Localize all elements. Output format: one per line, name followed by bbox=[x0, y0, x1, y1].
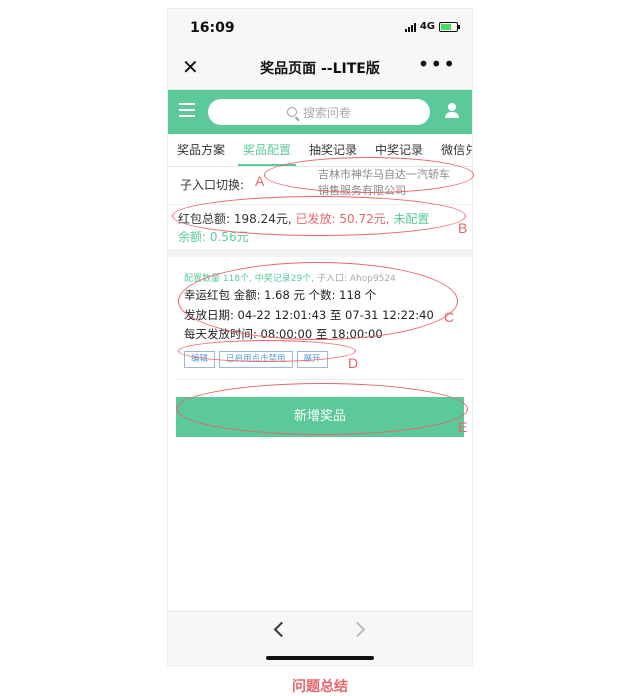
figure-caption: 问题总结 bbox=[292, 679, 348, 695]
annotation-letter-d: D bbox=[348, 355, 359, 371]
section-gap bbox=[168, 249, 472, 257]
annotation-letter-c: C bbox=[444, 309, 455, 325]
signal-icon bbox=[404, 22, 416, 32]
annotation-letter-a: A bbox=[255, 173, 265, 189]
annotation-letter-e: E bbox=[458, 419, 468, 435]
menu-icon[interactable] bbox=[179, 103, 195, 117]
app-header: 搜索问卷 bbox=[168, 90, 472, 134]
user-icon[interactable] bbox=[445, 103, 459, 119]
search-placeholder: 搜索问卷 bbox=[302, 105, 351, 120]
entry-switch-label: 子入口切换: bbox=[180, 178, 245, 192]
tab-prize-config[interactable]: 奖品配置 bbox=[234, 134, 300, 166]
title-bar: ✕ 奖品页面 --LITE版 ••• bbox=[168, 45, 472, 90]
annotation-ellipse-b bbox=[172, 196, 466, 236]
status-bar: 16:09 4G bbox=[168, 9, 472, 45]
battery-icon bbox=[439, 21, 460, 32]
home-indicator bbox=[266, 656, 374, 660]
status-icons: 4G bbox=[404, 21, 460, 32]
network-label: 4G bbox=[419, 21, 435, 32]
more-icon[interactable]: ••• bbox=[418, 52, 456, 76]
bottom-nav bbox=[168, 611, 472, 665]
annotation-ellipse-a bbox=[264, 157, 474, 193]
divider bbox=[178, 379, 462, 380]
annotation-ellipse-e bbox=[176, 383, 468, 435]
search-input[interactable]: 搜索问卷 bbox=[208, 99, 430, 125]
annotation-letter-b: B bbox=[458, 220, 468, 236]
back-arrow-icon[interactable] bbox=[273, 621, 290, 638]
search-icon bbox=[286, 107, 297, 117]
forward-arrow-icon[interactable] bbox=[349, 621, 366, 638]
annotation-ellipse-d bbox=[178, 340, 356, 362]
tab-prize-plan[interactable]: 奖品方案 bbox=[168, 134, 234, 166]
status-time: 16:09 bbox=[190, 20, 235, 36]
annotation-ellipse-c bbox=[178, 262, 458, 340]
